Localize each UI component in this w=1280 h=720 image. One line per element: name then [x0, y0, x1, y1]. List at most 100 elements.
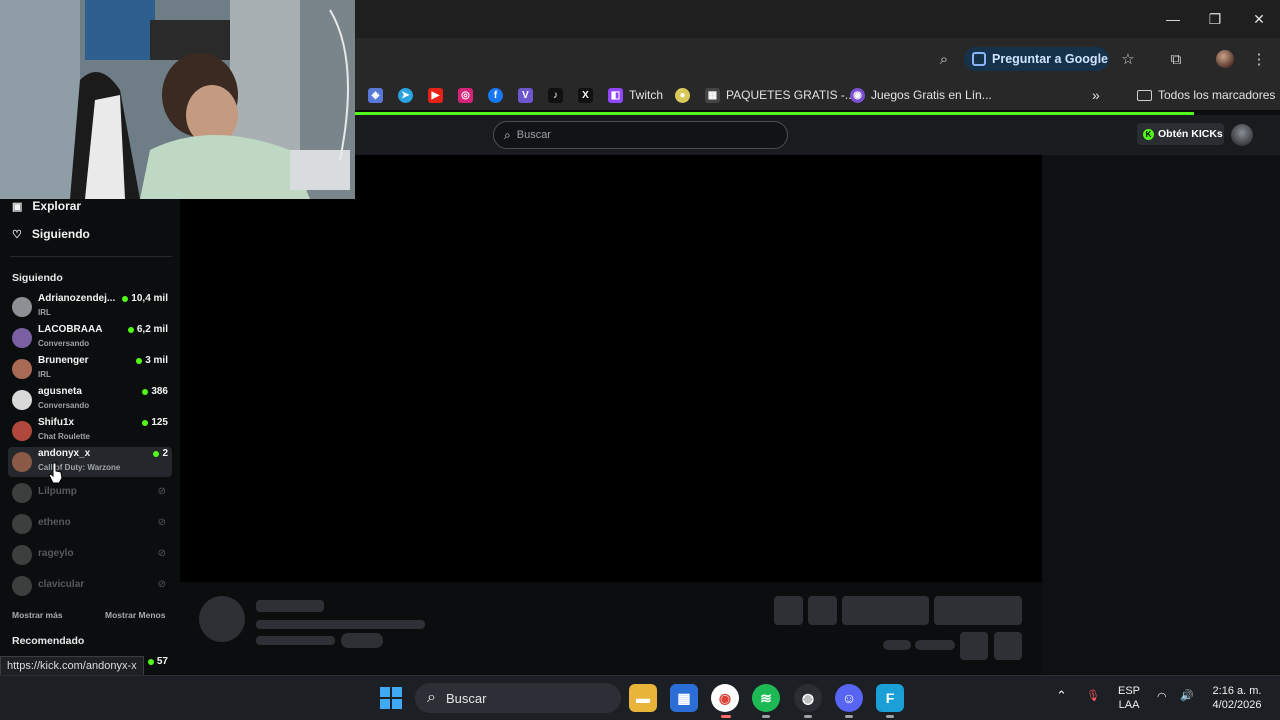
ask-google-button[interactable]: Preguntar a Google — [964, 47, 1109, 71]
wifi-icon[interactable]: ◠ — [1157, 690, 1167, 704]
sidebar: ▣ Explorar ♡ Siguiendo Siguiendo Adriano… — [0, 155, 180, 675]
bookmark-telegram[interactable]: ➤ — [398, 86, 413, 104]
avatar — [12, 545, 32, 565]
following-item[interactable]: LACOBRAAA Conversando 6,2 mil — [8, 323, 172, 353]
chrome-icon[interactable]: ◉ — [711, 684, 739, 712]
store-icon[interactable]: ▦ — [670, 684, 698, 712]
avatar — [12, 297, 32, 317]
channel-name: LACOBRAAA — [38, 324, 103, 335]
following-item[interactable]: agusneta Conversando 386 — [8, 385, 172, 415]
bookmark-facebook[interactable]: f — [488, 86, 503, 104]
viewer-count-text: 3 mil — [145, 355, 168, 366]
taskbar-search-label: Buscar — [445, 690, 487, 706]
bookmark-youtube[interactable]: ▶ — [428, 86, 443, 104]
more-bookmarks-icon[interactable]: » — [1092, 86, 1100, 104]
channel-name: clavicular — [38, 579, 85, 590]
all-bookmarks-folder[interactable]: Todos los marcadores — [1137, 86, 1275, 104]
video-player[interactable] — [180, 155, 1042, 582]
youtube-icon: ▶ — [428, 87, 443, 103]
bookmark-star-icon[interactable]: ☆ — [1115, 46, 1141, 72]
zoom-icon[interactable]: ⌕ — [931, 46, 957, 72]
bookmark-twitch-label: Twitch — [629, 88, 664, 102]
bookmark-x[interactable]: X — [578, 86, 593, 104]
restore-button[interactable]: ❐ — [1199, 6, 1231, 32]
following-item-offline[interactable]: Lilpump ⊘ — [8, 478, 172, 508]
all-bookmarks-label: Todos los marcadores — [1158, 88, 1276, 102]
vimeo-icon: V — [518, 87, 533, 103]
channel-category: Conversando — [38, 401, 90, 410]
coin-icon: ● — [675, 87, 690, 103]
ask-google-label: Preguntar a Google — [992, 52, 1108, 66]
channel-name: Adrianozendej... — [38, 293, 116, 304]
bookmark-tiktok[interactable]: ♪ — [548, 86, 563, 104]
bookmark-juegos-label: Juegos Gratis en Lín... — [871, 88, 992, 102]
skeleton-button — [994, 632, 1022, 660]
user-avatar[interactable] — [1231, 124, 1253, 146]
search-icon: ⌕ — [504, 127, 511, 142]
viewer-count: 125 — [142, 417, 168, 428]
following-item[interactable]: andonyx_x Call of Duty: Warzone 2 — [8, 447, 172, 477]
bookmark-vimeo[interactable]: V — [518, 86, 533, 104]
following-item-offline[interactable]: etheno ⊘ — [8, 509, 172, 539]
get-kicks-button[interactable]: K Obtén KICKs — [1137, 123, 1224, 145]
obs-icon[interactable]: ◍ — [794, 684, 822, 712]
minimize-button[interactable]: — — [1157, 6, 1189, 32]
bookmark-twitch[interactable]: ◧ Twitch — [608, 86, 663, 104]
channel-name: Lilpump — [38, 486, 77, 497]
channel-name: andonyx_x — [38, 448, 91, 459]
start-button[interactable] — [377, 684, 405, 712]
x-icon: X — [578, 87, 593, 103]
discord-icon[interactable]: ☺ — [835, 684, 863, 712]
avatar — [12, 390, 32, 410]
keyboard-layout: LAA — [1118, 699, 1140, 711]
heart-icon: ♡ — [12, 228, 22, 241]
paquetes-icon: ▦ — [705, 87, 720, 103]
kicks-icon: K — [1143, 128, 1154, 140]
bookmark-instagram[interactable]: ◎ — [458, 86, 473, 104]
channel-name: rageylo — [38, 548, 74, 559]
site-search-input[interactable]: ⌕ Buscar — [493, 121, 788, 149]
channel-name: Brunenger — [38, 355, 89, 366]
extensions-icon[interactable]: ⧉ — [1163, 46, 1189, 72]
telegram-icon: ➤ — [398, 87, 413, 103]
language-indicator[interactable]: ESP LAA — [1118, 684, 1140, 712]
viewer-count-text: 57 — [156, 656, 168, 667]
following-item-offline[interactable]: clavicular ⊘ — [8, 571, 172, 601]
taskbar-search[interactable]: ⌕ Buscar — [415, 683, 621, 713]
channel-category: IRL — [38, 370, 51, 379]
bookmark-coin[interactable]: ● — [675, 86, 690, 104]
bookmark-juegos[interactable]: ◉ Juegos Gratis en Lín... — [850, 86, 992, 104]
live-dot — [147, 658, 154, 665]
bookmark-app[interactable]: ◈ — [368, 86, 383, 104]
show-more-link[interactable]: Mostrar más — [12, 610, 63, 620]
menu-kebab-icon[interactable]: ⋮ — [1246, 46, 1272, 72]
show-less-link[interactable]: Mostrar Menos — [105, 610, 165, 620]
taskbar: ⌕ Buscar ▬ ▦ ◉ ≋ ◍ ☺ F ⌃ 🎙 ESP LAA ◠ 🔊 2… — [0, 675, 1280, 720]
tray-chevron-icon[interactable]: ⌃ — [1056, 689, 1067, 703]
nav-siguiendo[interactable]: ♡ Siguiendo — [12, 227, 90, 241]
profile-button[interactable] — [1212, 46, 1238, 72]
app-f-icon[interactable]: F — [876, 684, 904, 712]
divider — [10, 256, 172, 257]
running-indicator — [845, 715, 853, 718]
viewer-count-text: 6,2 mil — [136, 324, 168, 335]
live-dot — [142, 419, 149, 426]
nav-explorar[interactable]: ▣ Explorar — [12, 199, 81, 213]
following-item-offline[interactable]: rageylo ⊘ — [8, 540, 172, 570]
close-button[interactable]: ✕ — [1243, 6, 1275, 32]
spotify-icon[interactable]: ≋ — [752, 684, 780, 712]
app-icon: ◈ — [368, 87, 383, 103]
clock[interactable]: 2:16 a. m. 4/02/2026 — [1207, 684, 1267, 712]
following-item[interactable]: Adrianozendej... IRL 10,4 mil — [8, 292, 172, 322]
file-explorer-icon[interactable]: ▬ — [629, 684, 657, 712]
skeleton-button — [842, 596, 929, 625]
bookmark-paquetes[interactable]: ▦ PAQUETES GRATIS -... — [705, 86, 855, 104]
following-item[interactable]: Shifu1x Chat Roulette 125 — [8, 416, 172, 446]
volume-icon[interactable]: 🔊 — [1180, 689, 1194, 703]
skeleton-line — [256, 600, 324, 612]
recommended-viewer-count: 57 — [147, 656, 168, 667]
nav-explorar-label: Explorar — [32, 199, 82, 213]
following-item[interactable]: Brunenger IRL 3 mil — [8, 354, 172, 384]
viewer-count: 3 mil — [136, 355, 168, 366]
microphone-icon[interactable]: 🎙 — [1086, 689, 1100, 703]
